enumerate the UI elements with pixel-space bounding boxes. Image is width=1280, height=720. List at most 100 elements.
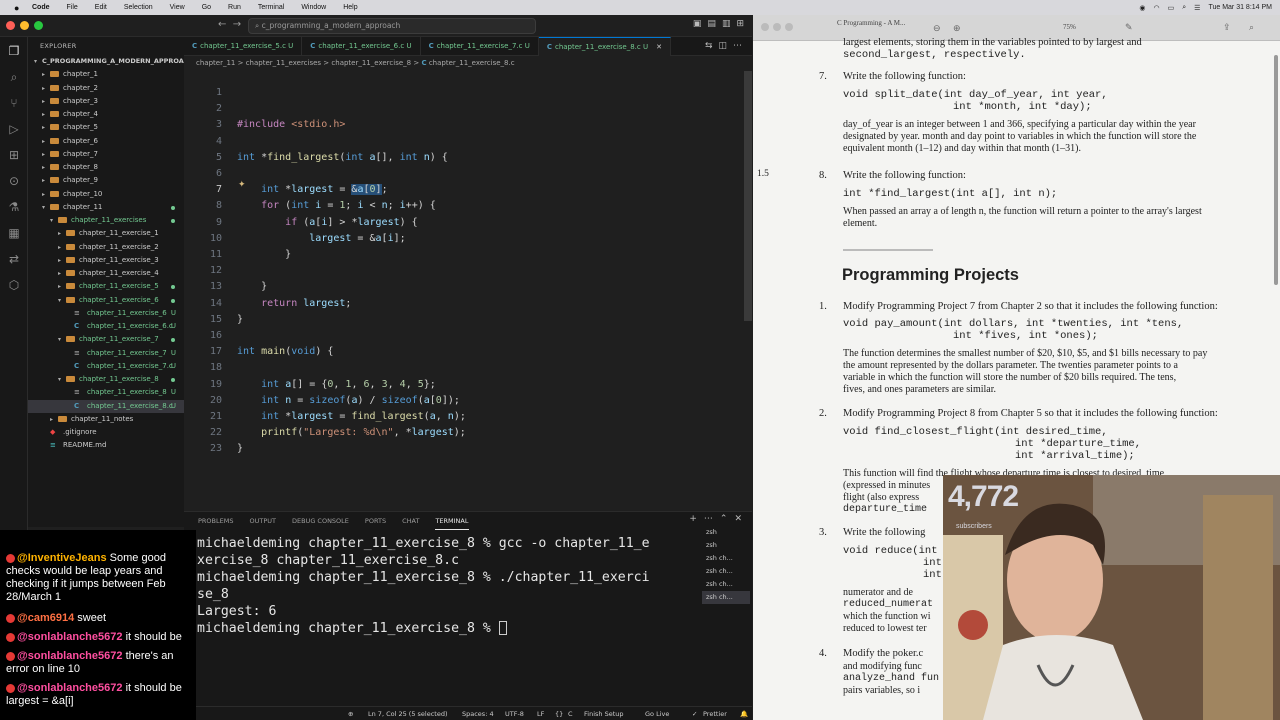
- tree-item[interactable]: ▸ chapter_10: [28, 188, 184, 201]
- code-editor[interactable]: 1 2 3 #include <stdio.h> 4 5 int *find_largest…: [184, 71, 744, 511]
- status-position[interactable]: Ln 7, Col 25 (5 selected): [368, 707, 448, 720]
- line-number[interactable]: 5: [184, 150, 222, 166]
- line-number[interactable]: 20: [184, 393, 222, 409]
- breadcrumb-item[interactable]: chapter_11_exercise_8.c: [429, 59, 515, 67]
- tree-item[interactable]: ▸ chapter_11_exercise_2: [28, 241, 184, 254]
- line-number[interactable]: 19: [184, 377, 222, 393]
- terminal-item[interactable]: zsh: [702, 539, 750, 552]
- pdf-scrollbar[interactable]: [1274, 55, 1278, 285]
- code-line[interactable]: }: [237, 312, 243, 328]
- code-line[interactable]: }: [237, 247, 291, 263]
- line-number[interactable]: 18: [184, 360, 222, 376]
- tree-item[interactable]: ▸ chapter_3: [28, 95, 184, 108]
- terminal-item[interactable]: zsh ch...: [702, 565, 750, 578]
- run-debug-icon[interactable]: ▷: [6, 121, 22, 137]
- status-language[interactable]: C: [568, 707, 573, 720]
- tree-item[interactable]: ▸ chapter_11_exercise_4: [28, 267, 184, 280]
- line-number[interactable]: 14: [184, 296, 222, 312]
- tab-output[interactable]: OUTPUT: [249, 512, 276, 530]
- code-line[interactable]: }: [237, 279, 267, 295]
- line-number[interactable]: 7: [184, 182, 222, 198]
- code-line[interactable]: int n = sizeof(a) / sizeof(a[0]);: [237, 393, 460, 409]
- toggle-panel-icon[interactable]: ▤: [707, 19, 716, 29]
- status-spaces[interactable]: Spaces: 4: [462, 707, 494, 720]
- code-line[interactable]: largest = &a[i];: [237, 231, 405, 247]
- line-number[interactable]: 23: [184, 441, 222, 457]
- toggle-secondary-sidebar-icon[interactable]: ▥: [722, 19, 731, 29]
- tree-item[interactable]: Cchapter_11_exercise_6.c U: [28, 320, 184, 333]
- terminal-item[interactable]: zsh: [702, 526, 750, 539]
- line-number[interactable]: 10: [184, 231, 222, 247]
- maximize-panel-icon[interactable]: ⌃: [720, 514, 728, 524]
- line-number[interactable]: 1: [184, 85, 222, 101]
- code-line[interactable]: return largest;: [237, 296, 351, 312]
- line-number[interactable]: 4: [184, 134, 222, 150]
- lightbulb-icon[interactable]: ✦: [238, 180, 246, 190]
- code-line[interactable]: printf("Largest: %d\n", *largest);: [237, 425, 466, 441]
- menu-terminal[interactable]: Terminal: [258, 4, 284, 11]
- more-actions-icon[interactable]: ⋯: [733, 41, 742, 51]
- tree-item[interactable]: ▸ chapter_8: [28, 161, 184, 174]
- menu-window[interactable]: Window: [301, 4, 326, 11]
- code-line[interactable]: #include <stdio.h>: [237, 117, 345, 133]
- testing-icon[interactable]: ⚗: [6, 199, 22, 215]
- tab-exercise-7[interactable]: Cchapter_11_exercise_7.c U: [421, 37, 539, 56]
- zoom-window-button[interactable]: [34, 21, 43, 30]
- control-center-icon[interactable]: ☰: [1194, 4, 1200, 12]
- code-line[interactable]: for (int i = 1; i < n; i++) {: [237, 198, 436, 214]
- tree-item[interactable]: ▾ chapter_11_exercises: [28, 214, 184, 227]
- tree-item[interactable]: ▸ chapter_11_notes: [28, 413, 184, 426]
- tree-item[interactable]: ≡ README.md: [28, 439, 184, 452]
- tree-item[interactable]: ≡ chapter_11_exercise_7 U: [28, 347, 184, 360]
- line-number[interactable]: 2: [184, 101, 222, 117]
- status-eol[interactable]: LF: [537, 707, 544, 720]
- remote-icon[interactable]: ⊙: [6, 173, 22, 189]
- breadcrumb-item[interactable]: chapter_11_exercises: [246, 59, 321, 67]
- tree-item[interactable]: ▸ chapter_11_exercise_3: [28, 254, 184, 267]
- terminal-item[interactable]: zsh ch...: [702, 552, 750, 565]
- source-control-icon[interactable]: ⑂: [6, 95, 22, 111]
- code-line[interactable]: int *find_largest(int a[], int n) {: [237, 150, 448, 166]
- close-tab-icon[interactable]: ✕: [656, 43, 662, 51]
- command-center[interactable]: ⌕ c_programming_a_modern_approach: [248, 18, 536, 34]
- terminal-item[interactable]: zsh ch...: [702, 578, 750, 591]
- search-icon[interactable]: ⌕: [1182, 4, 1186, 12]
- tab-chat[interactable]: CHAT: [402, 512, 419, 530]
- tree-item[interactable]: ▸ chapter_5: [28, 121, 184, 134]
- line-number[interactable]: 9: [184, 215, 222, 231]
- line-number[interactable]: 21: [184, 409, 222, 425]
- line-number[interactable]: 22: [184, 425, 222, 441]
- tab-terminal[interactable]: TERMINAL: [435, 512, 469, 530]
- tab-ports[interactable]: PORTS: [365, 512, 386, 530]
- tree-item[interactable]: ▸ chapter_11_exercise_5: [28, 280, 184, 293]
- breadcrumb-item[interactable]: chapter_11: [196, 59, 235, 67]
- close-panel-icon[interactable]: ✕: [734, 514, 742, 524]
- extensions-icon[interactable]: ⊞: [6, 147, 22, 163]
- tree-item[interactable]: ▾ chapter_11_exercise_8: [28, 373, 184, 386]
- tree-item[interactable]: ◆ .gitignore: [28, 426, 184, 439]
- apple-icon[interactable]: ●: [14, 3, 26, 13]
- breadcrumb-item[interactable]: chapter_11_exercise_8: [331, 59, 411, 67]
- tree-item[interactable]: ≡ chapter_11_exercise_6 U: [28, 307, 184, 320]
- docker-icon[interactable]: ▦: [6, 225, 22, 241]
- menubar-clock[interactable]: Tue Mar 31 8:14 PM: [1208, 4, 1272, 11]
- tree-item[interactable]: ▸ chapter_4: [28, 108, 184, 121]
- tree-item[interactable]: ▸ chapter_11_exercise_1: [28, 227, 184, 240]
- line-number[interactable]: 15: [184, 312, 222, 328]
- close-window-button[interactable]: [6, 21, 15, 30]
- braces-icon[interactable]: {}: [555, 707, 563, 720]
- line-number[interactable]: 17: [184, 344, 222, 360]
- new-terminal-icon[interactable]: +: [689, 514, 697, 524]
- tree-item[interactable]: Cchapter_11_exercise_7.c U: [28, 360, 184, 373]
- tree-item[interactable]: ▾ chapter_11: [28, 201, 184, 214]
- forward-arrow-icon[interactable]: →: [233, 19, 241, 30]
- tab-exercise-5[interactable]: Cchapter_11_exercise_5.c U: [184, 37, 303, 56]
- line-number[interactable]: 12: [184, 263, 222, 279]
- line-number[interactable]: 6: [184, 166, 222, 182]
- workspace-root[interactable]: ▾ C_PROGRAMMING_A_MODERN_APPROA...: [28, 55, 184, 68]
- minimize-window-button[interactable]: [20, 21, 29, 30]
- terminal-output[interactable]: michaeldeming chapter_11_exercise_8 % gc…: [197, 535, 683, 637]
- battery-icon[interactable]: ▭: [1168, 4, 1175, 12]
- tab-exercise-6[interactable]: Cchapter_11_exercise_6.c U: [302, 37, 421, 56]
- tab-problems[interactable]: PROBLEMS: [198, 512, 233, 530]
